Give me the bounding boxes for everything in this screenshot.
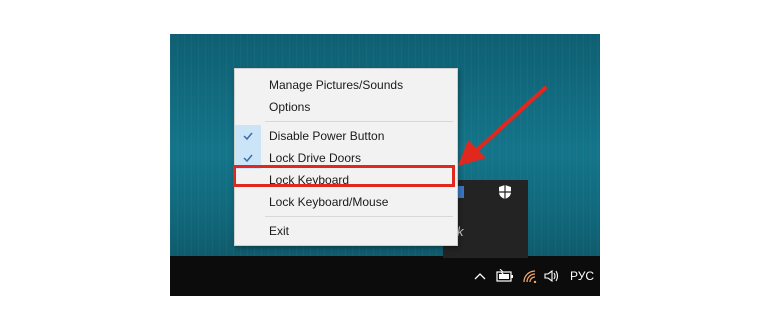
annotation-arrow-icon <box>458 86 547 166</box>
